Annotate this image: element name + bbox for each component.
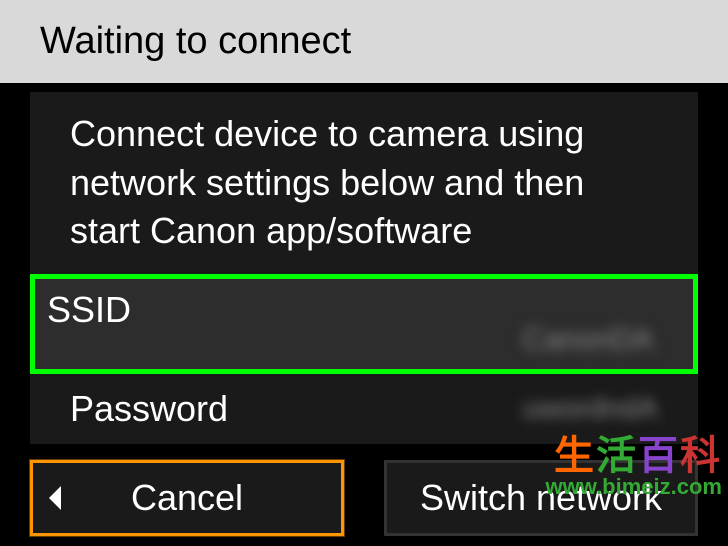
watermark: 生活百科 www.bimeiz.com [546, 436, 722, 498]
instruction-panel: Connect device to camera using network s… [30, 92, 698, 274]
password-value: uwordndA [523, 392, 658, 426]
header-bar: Waiting to connect [0, 0, 728, 86]
watermark-text: 生活百科 [546, 436, 722, 476]
page-title: Waiting to connect [40, 20, 688, 63]
back-arrow-icon [49, 486, 61, 510]
watermark-url: www.bimeiz.com [546, 476, 722, 498]
instruction-text: Connect device to camera using network s… [70, 110, 658, 256]
cancel-button-label: Cancel [131, 477, 243, 519]
password-label: Password [70, 388, 228, 430]
ssid-row: SSID CanonDA [30, 274, 698, 374]
ssid-value: CanonDA [523, 323, 653, 357]
cancel-button[interactable]: Cancel [30, 460, 344, 536]
